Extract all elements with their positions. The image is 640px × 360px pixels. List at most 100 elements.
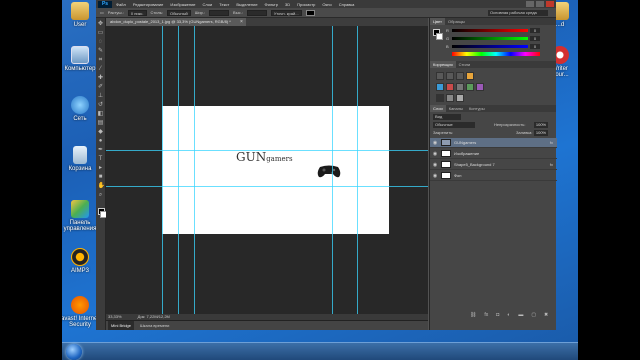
brightness-adjustment-icon[interactable] xyxy=(436,72,444,80)
desktop-icon-avast[interactable]: avast! Internet Security xyxy=(62,296,100,328)
pen-tool-icon[interactable]: ✒ xyxy=(98,147,104,153)
history-brush-icon[interactable]: ↺ xyxy=(98,102,104,108)
delete-layer-icon[interactable]: ✖ xyxy=(544,312,548,318)
minimize-button[interactable] xyxy=(526,1,534,7)
threshold-adjustment-icon[interactable] xyxy=(456,94,464,102)
maximize-button[interactable] xyxy=(536,1,544,7)
guide-vertical[interactable] xyxy=(194,26,195,322)
menu-edit[interactable]: Редактирование xyxy=(133,2,163,7)
layer-row[interactable]: ◉ Shape5_Background 7 fx xyxy=(430,160,557,170)
blue-slider[interactable] xyxy=(452,45,528,48)
quick-select-tool-icon[interactable]: ✎ xyxy=(98,48,104,54)
eraser-tool-icon[interactable]: ◧ xyxy=(98,111,104,117)
guide-vertical[interactable] xyxy=(162,26,163,322)
marquee-tool-icon[interactable]: ▭ xyxy=(98,30,104,36)
gradient-tool-icon[interactable]: ▤ xyxy=(98,120,104,126)
menu-file[interactable]: Файл xyxy=(116,2,126,7)
path-select-tool-icon[interactable]: ▸ xyxy=(98,165,104,171)
menu-filter[interactable]: Фильтр xyxy=(265,2,278,7)
desktop-icon-control-panel[interactable]: Панель управления xyxy=(62,200,100,232)
document-tab[interactable]: abdon_duplo_postale_2013_1.jpg @ 33,3% (… xyxy=(106,18,246,26)
hand-tool-icon[interactable]: ✋ xyxy=(98,183,105,189)
black-white-adjustment-icon[interactable] xyxy=(456,83,464,91)
photo-filter-adjustment-icon[interactable] xyxy=(466,83,474,91)
zoom-tool-icon[interactable]: ⌕ xyxy=(98,192,104,198)
menu-window[interactable]: Окно xyxy=(322,2,331,7)
red-slider[interactable] xyxy=(452,29,528,32)
move-tool-icon[interactable]: ✥ xyxy=(98,21,104,27)
document-canvas[interactable]: GUNgamers xyxy=(162,106,389,234)
layer-filter-select[interactable]: Вид xyxy=(433,114,461,120)
invert-adjustment-icon[interactable] xyxy=(436,94,444,102)
visibility-eye-icon[interactable]: ◉ xyxy=(432,173,438,179)
posterize-adjustment-icon[interactable] xyxy=(446,94,454,102)
desktop-icon-computer[interactable]: Компьютер xyxy=(62,46,100,72)
tab-adjustments[interactable]: Коррекция xyxy=(430,61,456,68)
background-color-swatch[interactable] xyxy=(436,33,443,40)
desktop-icon-network[interactable]: Сеть xyxy=(62,96,100,122)
menu-view[interactable]: Просмотр xyxy=(297,2,315,7)
healing-tool-icon[interactable]: ✚ xyxy=(98,75,104,81)
blue-value[interactable]: 0 xyxy=(530,44,540,49)
layer-row[interactable]: ◉ Изображение xyxy=(430,149,557,159)
blur-tool-icon[interactable]: ◆ xyxy=(98,129,104,135)
exposure-adjustment-icon[interactable] xyxy=(466,72,474,80)
tab-swatches[interactable]: Образцы xyxy=(445,18,468,25)
guide-horizontal[interactable] xyxy=(106,186,428,187)
menu-help[interactable]: Справка xyxy=(339,2,355,7)
add-style-icon[interactable]: fx xyxy=(484,312,488,318)
guide-vertical[interactable] xyxy=(178,26,179,322)
color-swatch[interactable] xyxy=(305,9,315,16)
menu-layers[interactable]: Слои xyxy=(203,2,213,7)
channel-mixer-adjustment-icon[interactable] xyxy=(476,83,484,91)
menu-select[interactable]: Выделение xyxy=(236,2,257,7)
tab-timeline[interactable]: Шкала времени xyxy=(140,321,169,330)
hue-saturation-adjustment-icon[interactable] xyxy=(436,83,444,91)
workspace-select[interactable]: Основная рабочая среда xyxy=(488,10,548,16)
desktop-icon-recycle-bin[interactable]: Корзина xyxy=(62,146,100,172)
link-layers-icon[interactable]: ⛓ xyxy=(470,312,476,318)
type-tool-icon[interactable]: T xyxy=(98,156,104,162)
tab-layers[interactable]: Слои xyxy=(430,105,446,112)
start-button[interactable] xyxy=(66,344,82,360)
feather-input[interactable]: 0 пикс. xyxy=(127,9,147,16)
visibility-eye-icon[interactable]: ◉ xyxy=(432,140,438,146)
shape-tool-icon[interactable]: ■ xyxy=(98,174,104,180)
opacity-input[interactable]: 100% xyxy=(534,122,548,128)
fill-input[interactable]: 100% xyxy=(534,130,548,136)
height-input[interactable] xyxy=(246,9,267,16)
desktop-icon-user[interactable]: User xyxy=(62,2,100,28)
tab-color[interactable]: Цвет xyxy=(430,18,445,25)
add-mask-icon[interactable]: ◘ xyxy=(496,312,499,318)
blend-mode-select[interactable]: Обычные xyxy=(433,122,475,128)
layer-effects-icon[interactable]: fx xyxy=(550,162,553,167)
brush-tool-icon[interactable]: ✐ xyxy=(98,84,104,90)
lasso-tool-icon[interactable]: ◌ xyxy=(98,39,104,45)
red-value[interactable]: 0 xyxy=(530,28,540,33)
style-select[interactable]: Обычный xyxy=(167,9,191,16)
menu-type[interactable]: Текст xyxy=(219,2,229,7)
green-value[interactable]: 0 xyxy=(530,36,540,41)
close-tab-icon[interactable]: × xyxy=(240,18,243,26)
stamp-tool-icon[interactable]: ⊥ xyxy=(98,93,104,99)
tab-styles[interactable]: Стили xyxy=(456,61,474,68)
new-adjustment-icon[interactable]: ◐ xyxy=(507,312,510,318)
layer-effects-icon[interactable]: fx xyxy=(550,140,553,145)
layer-row[interactable]: ◉ Фон xyxy=(430,171,557,181)
color-spectrum[interactable] xyxy=(452,52,540,56)
new-layer-icon[interactable]: ▢ xyxy=(531,312,536,318)
desktop-icon-aimp[interactable]: AIMP3 xyxy=(62,248,100,274)
new-group-icon[interactable]: ▬ xyxy=(518,312,523,318)
crop-tool-icon[interactable]: ⌗ xyxy=(98,57,104,63)
tab-channels[interactable]: Каналы xyxy=(446,105,466,112)
guide-vertical[interactable] xyxy=(332,26,333,322)
menu-image[interactable]: Изображение xyxy=(170,2,195,7)
menu-3d[interactable]: 3D xyxy=(285,2,290,7)
eyedropper-tool-icon[interactable]: ⁄ xyxy=(98,66,104,72)
tab-paths[interactable]: Контуры xyxy=(466,105,488,112)
green-slider[interactable] xyxy=(452,37,528,40)
refine-edge-button[interactable]: Уточн. край... xyxy=(270,9,302,16)
guide-horizontal[interactable] xyxy=(106,150,428,151)
close-button[interactable] xyxy=(546,1,554,7)
curves-adjustment-icon[interactable] xyxy=(456,72,464,80)
